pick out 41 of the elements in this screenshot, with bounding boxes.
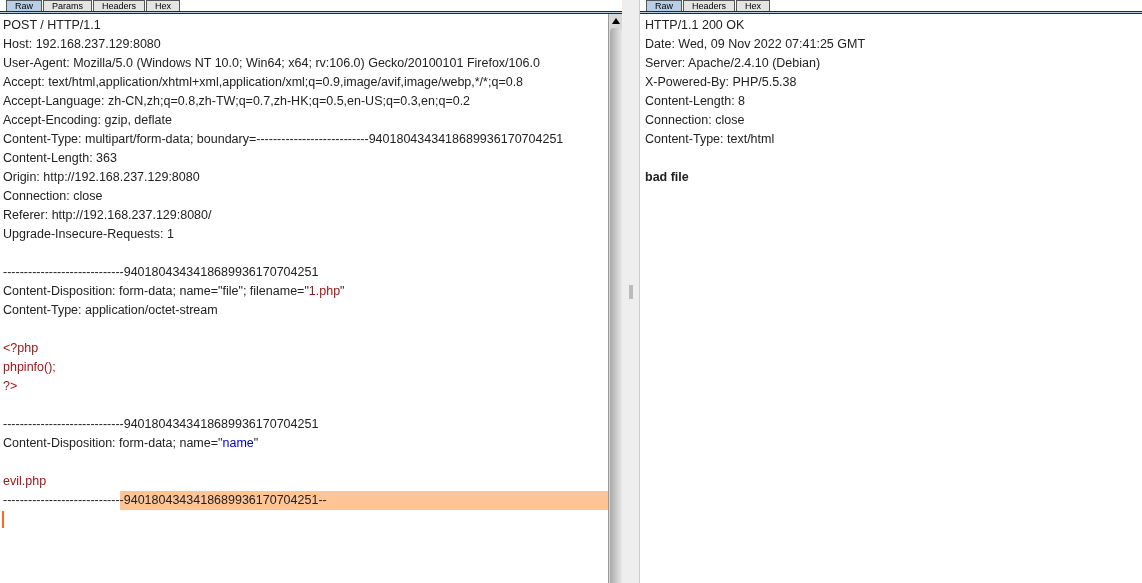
code-text: Content-Disposition: form-data; name="file"; filename=" bbox=[3, 283, 309, 300]
code-text: Connection: close bbox=[3, 188, 103, 205]
selected-text: -9401804343418689936170704251-- bbox=[119, 491, 608, 510]
code-text: Accept-Language: zh-CN,zh;q=0.8,zh-TW;q=0.7,zh-HK;q=0.5,en-US;q=0.3,en;q=0.2 bbox=[3, 93, 471, 110]
text-cursor bbox=[2, 511, 4, 528]
grip-icon bbox=[628, 284, 633, 299]
code-text: " bbox=[340, 283, 345, 300]
code-text: phpinfo(); bbox=[3, 359, 56, 376]
code-text: name bbox=[222, 435, 254, 452]
code-text: Referer: http://192.168.237.129:8080/ bbox=[3, 207, 212, 224]
code-text: ---------------------------- bbox=[3, 492, 120, 509]
code-text: Content-Length: 363 bbox=[3, 150, 117, 167]
code-text: ?> bbox=[3, 378, 18, 395]
code-text: POST / HTTP/1.1 bbox=[3, 17, 101, 34]
code-text: -----------------------------9401804343418689936170704251 bbox=[3, 264, 319, 281]
code-text: Host: 192.168.237.129:8080 bbox=[3, 36, 161, 53]
code-text: bad file bbox=[645, 169, 689, 186]
code-text: Date: Wed, 09 Nov 2022 07:41:25 GMT bbox=[645, 36, 866, 53]
code-text: evil.php bbox=[3, 473, 47, 490]
code-text: Content-Type: multipart/form-data; boundary=---------------------------9401804343418689936170704251 bbox=[3, 131, 564, 148]
code-text: HTTP/1.1 200 OK bbox=[645, 17, 745, 34]
code-text: <?php bbox=[3, 340, 39, 357]
code-text: Accept: text/html,application/xhtml+xml,application/xml;q=0.9,image/avif,image/webp,*/*;q=0.8 bbox=[3, 74, 524, 91]
tab[interactable]: Hex bbox=[146, 0, 181, 11]
code-text: 1.php bbox=[308, 283, 341, 300]
code-text: Content-Type: application/octet-stream bbox=[3, 302, 218, 319]
tab[interactable]: Hex bbox=[736, 0, 771, 11]
code-text: Content-Type: text/html bbox=[645, 131, 775, 148]
code-text: " bbox=[253, 435, 259, 452]
code-text: Origin: http://192.168.237.129:8080 bbox=[3, 169, 200, 186]
code-text: X-Powered-By: PHP/5.5.38 bbox=[645, 74, 797, 91]
code-text: -----------------------------9401804343418689936170704251 bbox=[3, 416, 319, 433]
code-text: Content-Length: 8 bbox=[645, 93, 746, 110]
code-text: Accept-Encoding: gzip, deflate bbox=[3, 112, 172, 129]
code-text: Content-Disposition: form-data; name=" bbox=[3, 435, 223, 452]
scroll-up-icon[interactable] bbox=[611, 18, 620, 24]
code-text: Server: Apache/2.4.10 (Debian) bbox=[645, 55, 821, 72]
scrollbar[interactable] bbox=[608, 14, 622, 583]
code-text: Connection: close bbox=[645, 112, 745, 129]
code-text: User-Agent: Mozilla/5.0 (Windows NT 10.0; Win64; x64; rv:106.0) Gecko/20100101 Firefox/106.0 bbox=[3, 55, 540, 72]
code-text: Upgrade-Insecure-Requests: 1 bbox=[3, 226, 174, 243]
